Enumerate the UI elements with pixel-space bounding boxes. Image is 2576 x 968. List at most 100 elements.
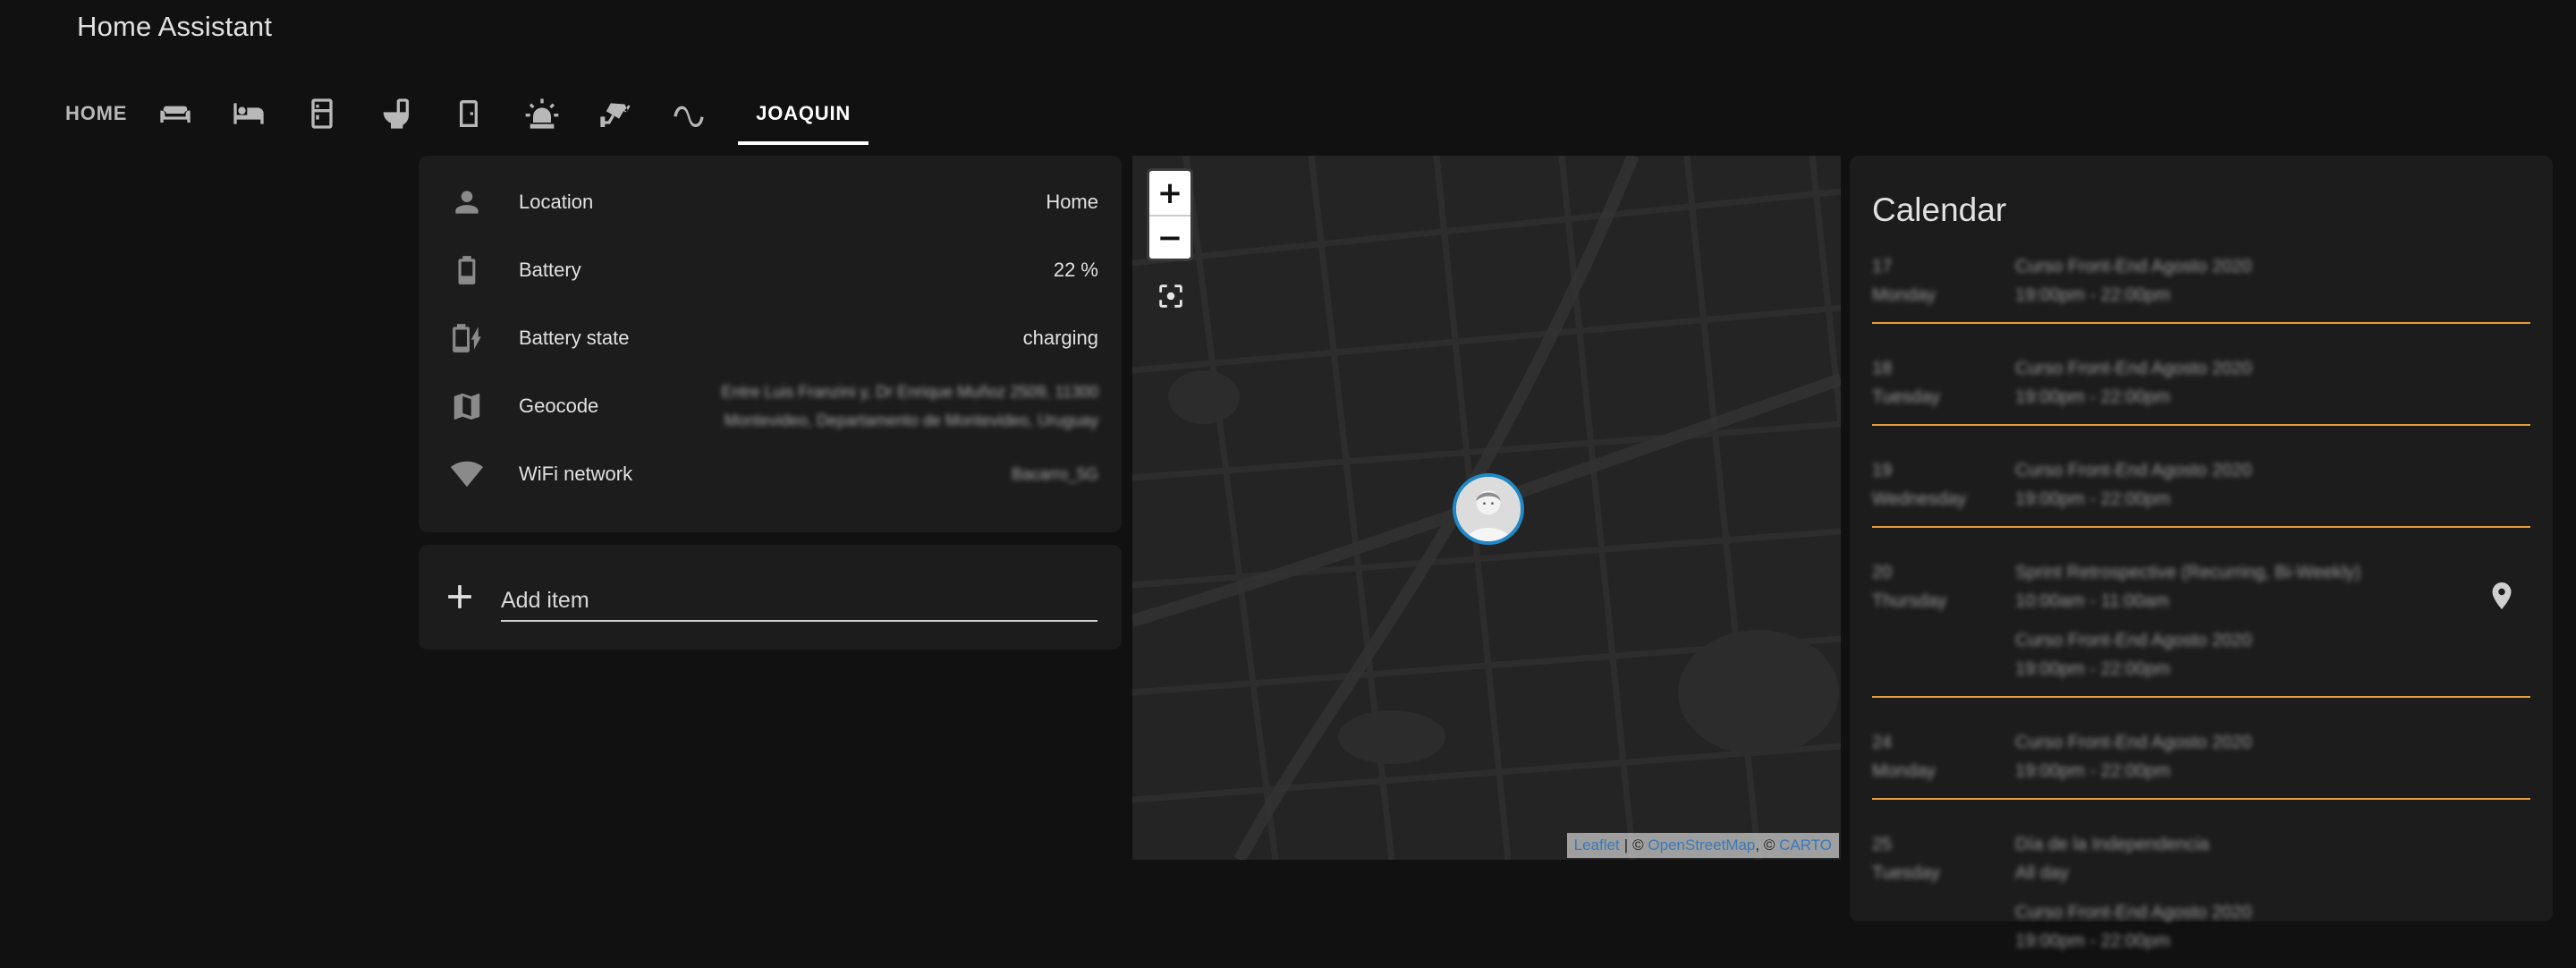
alarm-light-icon <box>525 98 559 129</box>
fridge-icon <box>311 98 333 129</box>
calendar-day: 24 Monday Curso Front-End Agosto 2020 19… <box>1872 725 2530 800</box>
calendar-event[interactable]: Curso Front-End Agosto 2020 19:00pm - 22… <box>2015 249 2530 310</box>
entity-name: WiFi network <box>519 463 633 485</box>
calendar-event[interactable]: Curso Front-End Agosto 2020 19:00pm - 22… <box>2015 725 2530 785</box>
weekday: Tuesday <box>1872 863 1940 883</box>
openstreetmap-link[interactable]: OpenStreetMap <box>1648 836 1755 854</box>
event-title: Curso Front-End Agosto 2020 <box>2015 631 2252 650</box>
weekday: Wednesday <box>1872 489 1967 509</box>
entity-row-wifi[interactable]: WiFi network Bacarro_5G <box>419 440 1122 508</box>
calendar-date: 17 Monday <box>1872 249 2015 322</box>
add-item-field <box>501 581 1097 622</box>
fit-map-button[interactable] <box>1156 281 1186 311</box>
entity-row-battery[interactable]: Battery 22 % <box>419 236 1122 304</box>
entity-row-location[interactable]: Location Home <box>419 168 1122 236</box>
event-time: 19:00pm - 22:00pm <box>2015 659 2171 679</box>
entity-value: Bacarro_5G <box>1011 465 1098 483</box>
geocode-line-2: Montevideo, Departamento de Montevideo, … <box>724 412 1098 429</box>
event-time: 19:00pm - 22:00pm <box>2015 931 2171 951</box>
calendar-event[interactable]: Curso Front-End Agosto 2020 19:00pm - 22… <box>2015 887 2530 955</box>
calendar-card: Calendar 17 Monday Curso Front-End Agost… <box>1850 156 2553 951</box>
calendar-event[interactable]: Curso Front-End Agosto 2020 19:00pm - 22… <box>2015 453 2530 514</box>
cctv-icon <box>600 103 631 127</box>
calendar-event[interactable]: Curso Front-End Agosto 2020 19:00pm - 22… <box>2015 351 2530 412</box>
geocode-line-1: Entre Luis Franzini y, Dr Enrique Muñoz … <box>721 383 1098 401</box>
day-number: 18 <box>1872 359 1893 378</box>
calendar-event[interactable]: Curso Front-End Agosto 2020 19:00pm - 22… <box>2015 616 2530 684</box>
weekday: Monday <box>1872 285 1936 305</box>
app-title: Home Assistant <box>77 11 273 42</box>
avatar <box>1456 477 1521 541</box>
copyright-symbol: © <box>1763 836 1775 853</box>
tab-joaquin[interactable]: JOAQUIN <box>738 82 869 145</box>
calendar-day: 25 Tuesday Día de la Independencia All d… <box>1872 827 2530 968</box>
tab-home[interactable]: HOME <box>54 82 139 145</box>
copyright-symbol: © <box>1632 836 1644 853</box>
calendar-day: 20 Thursday Sprint Retrospective (Recurr… <box>1872 555 2530 698</box>
sine-wave-icon <box>674 106 704 127</box>
map-attribution: Leaflet | © OpenStreetMap, © CARTO <box>1566 833 1839 858</box>
calendar-event[interactable]: Día de la Independencia All day <box>2015 827 2530 887</box>
entity-value: charging <box>1022 327 1098 349</box>
entity-value: Entre Luis Franzini y, Dr Enrique Muñoz … <box>721 378 1098 435</box>
battery-icon <box>445 249 488 292</box>
entity-value: Home <box>1046 191 1098 213</box>
carto-link[interactable]: CARTO <box>1779 836 1832 854</box>
tab-sine-wave[interactable] <box>652 82 725 145</box>
zoom-in-button[interactable]: + <box>1149 171 1191 215</box>
leaflet-link[interactable]: Leaflet <box>1574 836 1620 854</box>
tab-sofa[interactable] <box>139 82 212 145</box>
event-title: Curso Front-End Agosto 2020 <box>2015 733 2252 752</box>
entity-name: Location <box>519 191 594 213</box>
wifi-icon <box>445 453 488 496</box>
entities-card: Location Home Battery 22 % Battery state… <box>419 156 1122 532</box>
weekday: Thursday <box>1872 591 1947 611</box>
event-time: 19:00pm - 22:00pm <box>2015 285 2171 305</box>
calendar-title: Calendar <box>1872 191 2007 228</box>
attribution-separator: | <box>1623 836 1629 853</box>
tab-door[interactable] <box>432 82 505 145</box>
event-location-button[interactable] <box>2486 580 2518 612</box>
tab-alarm-light[interactable] <box>505 82 579 145</box>
event-time: 19:00pm - 22:00pm <box>2015 387 2171 407</box>
plus-icon <box>448 585 471 608</box>
todo-card <box>419 545 1122 650</box>
tab-bed[interactable] <box>212 82 285 145</box>
zoom-out-button[interactable]: − <box>1149 215 1191 259</box>
calendar-date: 19 Wednesday <box>1872 453 2015 526</box>
person-marker[interactable] <box>1453 473 1524 545</box>
calendar-date: 18 Tuesday <box>1872 351 2015 424</box>
event-time: All day <box>2015 863 2070 883</box>
calendar-day: 19 Wednesday Curso Front-End Agosto 2020… <box>1872 453 2530 528</box>
day-number: 19 <box>1872 461 1893 480</box>
weekday: Monday <box>1872 761 1936 781</box>
tab-cctv[interactable] <box>579 82 652 145</box>
tab-fridge[interactable] <box>285 82 359 145</box>
event-title: Curso Front-End Agosto 2020 <box>2015 359 2252 378</box>
event-title: Día de la Independencia <box>2015 835 2209 854</box>
event-title: Curso Front-End Agosto 2020 <box>2015 461 2252 480</box>
day-number: 24 <box>1872 733 1893 752</box>
image-filter-center-focus-icon <box>1159 284 1182 308</box>
calendar-day: 18 Tuesday Curso Front-End Agosto 2020 1… <box>1872 351 2530 426</box>
event-time: 19:00pm - 22:00pm <box>2015 761 2171 781</box>
event-time: 19:00pm - 22:00pm <box>2015 489 2171 509</box>
zoom-control: + − <box>1147 168 1193 261</box>
bed-icon <box>233 103 264 124</box>
toilet-icon <box>383 98 410 129</box>
event-title: Curso Front-End Agosto 2020 <box>2015 903 2252 922</box>
map-card[interactable]: + − Leaflet | © OpenStreetMap, © CARTO <box>1132 156 1841 860</box>
add-item-button[interactable] <box>440 577 479 616</box>
calendar-list: 17 Monday Curso Front-End Agosto 2020 19… <box>1872 249 2530 968</box>
day-number: 20 <box>1872 563 1893 582</box>
map-icon <box>445 385 488 428</box>
view-tabs: HOME JOAQUIN <box>54 82 869 145</box>
entity-row-geocode[interactable]: Geocode Entre Luis Franzini y, Dr Enriqu… <box>419 372 1122 440</box>
calendar-date: 25 Tuesday <box>1872 827 2015 968</box>
tab-toilet[interactable] <box>359 82 432 145</box>
entity-row-battery-state[interactable]: Battery state charging <box>419 304 1122 372</box>
entity-name: Geocode <box>519 395 599 417</box>
battery-charging-icon <box>445 317 488 360</box>
add-item-input[interactable] <box>501 587 1097 614</box>
calendar-event[interactable]: Sprint Retrospective (Recurring, Bi-Week… <box>2015 555 2530 616</box>
